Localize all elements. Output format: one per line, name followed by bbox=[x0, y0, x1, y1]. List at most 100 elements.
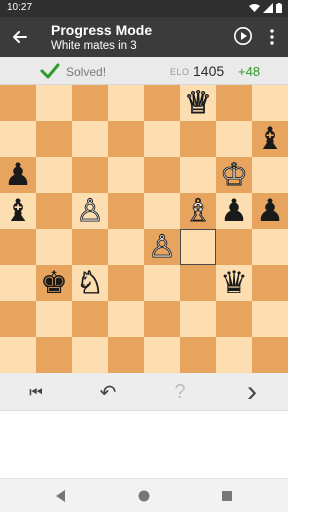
nav-recents-icon[interactable] bbox=[219, 488, 235, 504]
back-arrow-icon[interactable] bbox=[10, 27, 30, 47]
page-subtitle: White mates in 3 bbox=[51, 40, 137, 52]
square-h2[interactable] bbox=[252, 301, 288, 337]
square-f2[interactable] bbox=[180, 301, 216, 337]
square-h1[interactable] bbox=[252, 337, 288, 373]
status-time: 10:27 bbox=[7, 2, 33, 13]
square-a5[interactable]: ♝ bbox=[0, 193, 36, 229]
square-b3[interactable]: ♚ bbox=[36, 265, 72, 301]
square-d8[interactable] bbox=[108, 85, 144, 121]
square-a3[interactable] bbox=[0, 265, 36, 301]
square-g3[interactable]: ♛ bbox=[216, 265, 252, 301]
nav-home-icon[interactable] bbox=[136, 488, 152, 504]
square-h8[interactable] bbox=[252, 85, 288, 121]
square-g4[interactable] bbox=[216, 229, 252, 265]
square-e4[interactable]: ♙ bbox=[144, 229, 180, 265]
square-f1[interactable] bbox=[180, 337, 216, 373]
square-c5[interactable]: ♙ bbox=[72, 193, 108, 229]
white-queen-f8[interactable]: ♕ bbox=[180, 85, 216, 122]
square-f4[interactable] bbox=[180, 229, 216, 265]
square-g6[interactable]: ♔ bbox=[216, 157, 252, 193]
square-e6[interactable] bbox=[144, 157, 180, 193]
square-h5[interactable]: ♟ bbox=[252, 193, 288, 229]
square-c4[interactable] bbox=[72, 229, 108, 265]
square-c3[interactable]: ♘ bbox=[72, 265, 108, 301]
square-f7[interactable] bbox=[180, 121, 216, 157]
white-king-g6[interactable]: ♔ bbox=[216, 157, 252, 194]
square-e3[interactable] bbox=[144, 265, 180, 301]
undo-icon: ↶ bbox=[99, 381, 117, 404]
square-g2[interactable] bbox=[216, 301, 252, 337]
square-e1[interactable] bbox=[144, 337, 180, 373]
hint-button[interactable]: ? bbox=[144, 373, 216, 411]
wifi-icon bbox=[249, 4, 260, 12]
app-bar: Progress Mode White mates in 3 bbox=[0, 17, 288, 57]
white-pawn-e4[interactable]: ♙ bbox=[144, 229, 180, 266]
chess-board[interactable]: ♕ ♝ ♟ ♔ ♝ ♙ ♗ ♟ ♟ ♙ ♚ ♘ ♛ bbox=[0, 85, 288, 373]
square-d5[interactable] bbox=[108, 193, 144, 229]
square-d7[interactable] bbox=[108, 121, 144, 157]
square-d4[interactable] bbox=[108, 229, 144, 265]
square-d3[interactable] bbox=[108, 265, 144, 301]
square-e7[interactable] bbox=[144, 121, 180, 157]
first-move-button[interactable]: ⏮ bbox=[0, 373, 72, 411]
square-a6[interactable]: ♟ bbox=[0, 157, 36, 193]
square-h7[interactable]: ♝ bbox=[252, 121, 288, 157]
square-b5[interactable] bbox=[36, 193, 72, 229]
square-d6[interactable] bbox=[108, 157, 144, 193]
square-d1[interactable] bbox=[108, 337, 144, 373]
black-bishop-a5[interactable]: ♝ bbox=[0, 193, 36, 229]
square-a7[interactable] bbox=[0, 121, 36, 157]
square-b6[interactable] bbox=[36, 157, 72, 193]
square-f5[interactable]: ♗ bbox=[180, 193, 216, 229]
square-a8[interactable] bbox=[0, 85, 36, 121]
square-f8[interactable]: ♕ bbox=[180, 85, 216, 121]
square-c1[interactable] bbox=[72, 337, 108, 373]
square-b7[interactable] bbox=[36, 121, 72, 157]
square-c2[interactable] bbox=[72, 301, 108, 337]
nav-back-icon[interactable] bbox=[53, 488, 69, 504]
square-f6[interactable] bbox=[180, 157, 216, 193]
white-bishop-f5[interactable]: ♗ bbox=[180, 193, 216, 230]
square-d2[interactable] bbox=[108, 301, 144, 337]
square-b8[interactable] bbox=[36, 85, 72, 121]
square-c6[interactable] bbox=[72, 157, 108, 193]
square-c8[interactable] bbox=[72, 85, 108, 121]
square-e5[interactable] bbox=[144, 193, 180, 229]
square-h3[interactable] bbox=[252, 265, 288, 301]
black-king-b3[interactable]: ♚ bbox=[36, 265, 72, 301]
play-circle-icon[interactable] bbox=[233, 26, 253, 46]
square-e2[interactable] bbox=[144, 301, 180, 337]
next-button[interactable]: › bbox=[216, 373, 288, 411]
black-pawn-h5[interactable]: ♟ bbox=[252, 193, 288, 229]
square-b1[interactable] bbox=[36, 337, 72, 373]
square-b4[interactable] bbox=[36, 229, 72, 265]
black-queen-g3[interactable]: ♛ bbox=[216, 265, 252, 301]
black-pawn-a6[interactable]: ♟ bbox=[0, 157, 36, 193]
skip-back-icon: ⏮ bbox=[29, 383, 43, 401]
square-g7[interactable] bbox=[216, 121, 252, 157]
page-title: Progress Mode bbox=[51, 22, 153, 38]
black-bishop-h7[interactable]: ♝ bbox=[252, 121, 288, 157]
white-knight-c3[interactable]: ♘ bbox=[72, 265, 108, 302]
square-g8[interactable] bbox=[216, 85, 252, 121]
chevron-right-icon: › bbox=[247, 375, 257, 408]
square-h4[interactable] bbox=[252, 229, 288, 265]
more-vert-icon[interactable] bbox=[265, 27, 279, 47]
elo-value: 1405 bbox=[193, 63, 225, 79]
square-b2[interactable] bbox=[36, 301, 72, 337]
square-e8[interactable] bbox=[144, 85, 180, 121]
square-a1[interactable] bbox=[0, 337, 36, 373]
square-a4[interactable] bbox=[0, 229, 36, 265]
elo-delta: +48 bbox=[238, 64, 261, 79]
square-h6[interactable] bbox=[252, 157, 288, 193]
solved-label: Solved! bbox=[66, 65, 107, 79]
undo-button[interactable]: ↶ bbox=[72, 373, 144, 411]
square-g1[interactable] bbox=[216, 337, 252, 373]
square-g5[interactable]: ♟ bbox=[216, 193, 252, 229]
black-pawn-g5[interactable]: ♟ bbox=[216, 193, 252, 229]
square-a2[interactable] bbox=[0, 301, 36, 337]
square-f3[interactable] bbox=[180, 265, 216, 301]
signal-icon bbox=[263, 3, 273, 13]
white-pawn-c5[interactable]: ♙ bbox=[72, 193, 108, 230]
square-c7[interactable] bbox=[72, 121, 108, 157]
